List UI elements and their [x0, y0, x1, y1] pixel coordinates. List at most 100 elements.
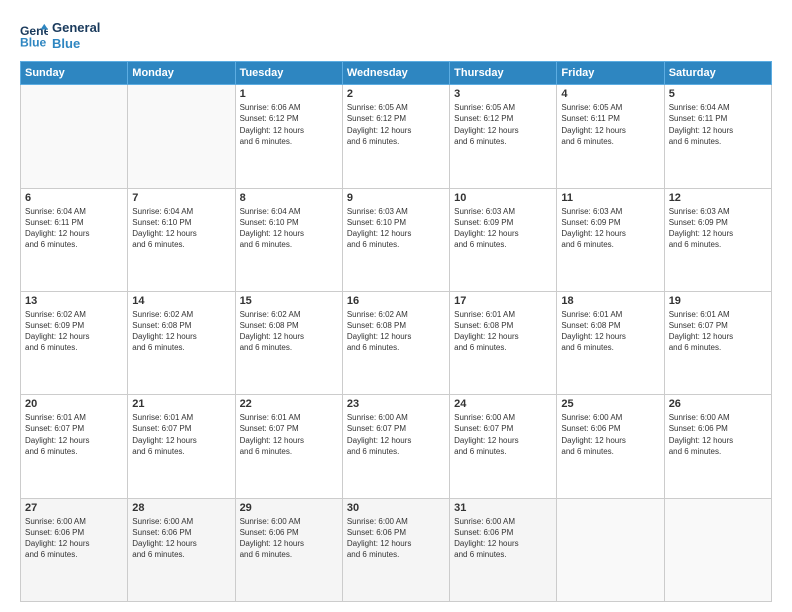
calendar-week-row: 27 Sunrise: 6:00 AM Sunset: 6:06 PM Dayli… — [21, 498, 772, 601]
logo-text-blue: Blue — [52, 36, 100, 52]
cell-content: Sunrise: 6:05 AM Sunset: 6:11 PM Dayligh… — [561, 102, 659, 147]
cell-content: Sunrise: 6:00 AM Sunset: 6:06 PM Dayligh… — [561, 412, 659, 457]
day-number: 8 — [240, 192, 338, 204]
day-header-thursday: Thursday — [450, 62, 557, 85]
cell-content: Sunrise: 6:01 AM Sunset: 6:08 PM Dayligh… — [561, 309, 659, 354]
day-number: 17 — [454, 295, 552, 307]
calendar-cell: 26 Sunrise: 6:00 AM Sunset: 6:06 PM Dayli… — [664, 395, 771, 498]
calendar-cell: 7Sunrise: 6:04 AM Sunset: 6:10 PM Daylig… — [128, 188, 235, 291]
cell-content: Sunrise: 6:00 AM Sunset: 6:06 PM Dayligh… — [25, 516, 123, 561]
day-number: 26 — [669, 398, 767, 410]
day-number: 1 — [240, 88, 338, 100]
cell-content: Sunrise: 6:00 AM Sunset: 6:06 PM Dayligh… — [669, 412, 767, 457]
day-number: 25 — [561, 398, 659, 410]
calendar-cell: 28Sunrise: 6:00 AM Sunset: 6:06 PM Dayli… — [128, 498, 235, 601]
calendar-table: SundayMondayTuesdayWednesdayThursdayFrid… — [20, 61, 772, 602]
day-number: 6 — [25, 192, 123, 204]
cell-content: Sunrise: 6:02 AM Sunset: 6:08 PM Dayligh… — [132, 309, 230, 354]
calendar-cell: 19 Sunrise: 6:01 AM Sunset: 6:07 PM Dayli… — [664, 291, 771, 394]
calendar-cell: 6 Sunrise: 6:04 AM Sunset: 6:11 PM Daylig… — [21, 188, 128, 291]
day-header-saturday: Saturday — [664, 62, 771, 85]
calendar-week-row: 20 Sunrise: 6:01 AM Sunset: 6:07 PM Dayli… — [21, 395, 772, 498]
calendar-cell: 16 Sunrise: 6:02 AM Sunset: 6:08 PM Dayli… — [342, 291, 449, 394]
day-header-monday: Monday — [128, 62, 235, 85]
calendar-cell: 12Sunrise: 6:03 AM Sunset: 6:09 PM Dayli… — [664, 188, 771, 291]
cell-content: Sunrise: 6:04 AM Sunset: 6:10 PM Dayligh… — [132, 206, 230, 251]
day-number: 20 — [25, 398, 123, 410]
cell-content: Sunrise: 6:03 AM Sunset: 6:09 PM Dayligh… — [561, 206, 659, 251]
day-number: 19 — [669, 295, 767, 307]
cell-content: Sunrise: 6:01 AM Sunset: 6:07 PM Dayligh… — [25, 412, 123, 457]
cell-content: Sunrise: 6:02 AM Sunset: 6:08 PM Dayligh… — [240, 309, 338, 354]
cell-content: Sunrise: 6:01 AM Sunset: 6:07 PM Dayligh… — [669, 309, 767, 354]
calendar-cell: 2Sunrise: 6:05 AM Sunset: 6:12 PM Daylig… — [342, 85, 449, 188]
calendar-cell: 21 Sunrise: 6:01 AM Sunset: 6:07 PM Dayli… — [128, 395, 235, 498]
calendar-week-row: 13Sunrise: 6:02 AM Sunset: 6:09 PM Dayli… — [21, 291, 772, 394]
calendar-cell — [128, 85, 235, 188]
calendar-cell: 25 Sunrise: 6:00 AM Sunset: 6:06 PM Dayli… — [557, 395, 664, 498]
calendar-cell: 3Sunrise: 6:05 AM Sunset: 6:12 PM Daylig… — [450, 85, 557, 188]
day-number: 14 — [132, 295, 230, 307]
cell-content: Sunrise: 6:02 AM Sunset: 6:08 PM Dayligh… — [347, 309, 445, 354]
logo-text-general: General — [52, 20, 100, 36]
calendar-cell: 20 Sunrise: 6:01 AM Sunset: 6:07 PM Dayli… — [21, 395, 128, 498]
day-number: 16 — [347, 295, 445, 307]
calendar-cell: 18 Sunrise: 6:01 AM Sunset: 6:08 PM Dayli… — [557, 291, 664, 394]
calendar-cell: 5Sunrise: 6:04 AM Sunset: 6:11 PM Daylig… — [664, 85, 771, 188]
cell-content: Sunrise: 6:03 AM Sunset: 6:09 PM Dayligh… — [669, 206, 767, 251]
day-number: 30 — [347, 502, 445, 514]
logo: General Blue General Blue — [20, 20, 100, 51]
cell-content: Sunrise: 6:02 AM Sunset: 6:09 PM Dayligh… — [25, 309, 123, 354]
header: General Blue General Blue — [20, 20, 772, 51]
calendar-cell: 17Sunrise: 6:01 AM Sunset: 6:08 PM Dayli… — [450, 291, 557, 394]
svg-text:Blue: Blue — [20, 35, 47, 49]
calendar-cell — [664, 498, 771, 601]
calendar-cell: 24 Sunrise: 6:00 AM Sunset: 6:07 PM Dayli… — [450, 395, 557, 498]
cell-content: Sunrise: 6:06 AM Sunset: 6:12 PM Dayligh… — [240, 102, 338, 147]
day-number: 29 — [240, 502, 338, 514]
day-number: 10 — [454, 192, 552, 204]
calendar-header-row: SundayMondayTuesdayWednesdayThursdayFrid… — [21, 62, 772, 85]
cell-content: Sunrise: 6:00 AM Sunset: 6:06 PM Dayligh… — [132, 516, 230, 561]
day-number: 22 — [240, 398, 338, 410]
calendar-page: General Blue General Blue SundayMondayTu… — [0, 0, 792, 612]
day-header-friday: Friday — [557, 62, 664, 85]
calendar-cell: 8 Sunrise: 6:04 AM Sunset: 6:10 PM Daylig… — [235, 188, 342, 291]
day-header-wednesday: Wednesday — [342, 62, 449, 85]
day-number: 18 — [561, 295, 659, 307]
cell-content: Sunrise: 6:04 AM Sunset: 6:10 PM Dayligh… — [240, 206, 338, 251]
day-number: 9 — [347, 192, 445, 204]
cell-content: Sunrise: 6:01 AM Sunset: 6:07 PM Dayligh… — [132, 412, 230, 457]
calendar-cell: 11Sunrise: 6:03 AM Sunset: 6:09 PM Dayli… — [557, 188, 664, 291]
cell-content: Sunrise: 6:05 AM Sunset: 6:12 PM Dayligh… — [454, 102, 552, 147]
cell-content: Sunrise: 6:00 AM Sunset: 6:07 PM Dayligh… — [454, 412, 552, 457]
calendar-cell: 31 Sunrise: 6:00 AM Sunset: 6:06 PM Dayli… — [450, 498, 557, 601]
cell-content: Sunrise: 6:00 AM Sunset: 6:06 PM Dayligh… — [347, 516, 445, 561]
day-number: 31 — [454, 502, 552, 514]
day-number: 4 — [561, 88, 659, 100]
cell-content: Sunrise: 6:00 AM Sunset: 6:06 PM Dayligh… — [240, 516, 338, 561]
day-number: 2 — [347, 88, 445, 100]
calendar-cell: 29 Sunrise: 6:00 AM Sunset: 6:06 PM Dayli… — [235, 498, 342, 601]
cell-content: Sunrise: 6:04 AM Sunset: 6:11 PM Dayligh… — [25, 206, 123, 251]
calendar-cell: 27 Sunrise: 6:00 AM Sunset: 6:06 PM Dayli… — [21, 498, 128, 601]
calendar-week-row: 1 Sunrise: 6:06 AM Sunset: 6:12 PM Daylig… — [21, 85, 772, 188]
calendar-cell: 9 Sunrise: 6:03 AM Sunset: 6:10 PM Daylig… — [342, 188, 449, 291]
day-number: 27 — [25, 502, 123, 514]
day-number: 21 — [132, 398, 230, 410]
calendar-cell: 13Sunrise: 6:02 AM Sunset: 6:09 PM Dayli… — [21, 291, 128, 394]
day-number: 23 — [347, 398, 445, 410]
day-number: 24 — [454, 398, 552, 410]
calendar-cell — [21, 85, 128, 188]
calendar-cell: 14 Sunrise: 6:02 AM Sunset: 6:08 PM Dayli… — [128, 291, 235, 394]
cell-content: Sunrise: 6:00 AM Sunset: 6:07 PM Dayligh… — [347, 412, 445, 457]
cell-content: Sunrise: 6:00 AM Sunset: 6:06 PM Dayligh… — [454, 516, 552, 561]
day-number: 5 — [669, 88, 767, 100]
cell-content: Sunrise: 6:03 AM Sunset: 6:09 PM Dayligh… — [454, 206, 552, 251]
cell-content: Sunrise: 6:01 AM Sunset: 6:07 PM Dayligh… — [240, 412, 338, 457]
cell-content: Sunrise: 6:03 AM Sunset: 6:10 PM Dayligh… — [347, 206, 445, 251]
calendar-cell: 30 Sunrise: 6:00 AM Sunset: 6:06 PM Dayli… — [342, 498, 449, 601]
logo-icon: General Blue — [20, 22, 48, 50]
day-number: 15 — [240, 295, 338, 307]
calendar-cell: 15 Sunrise: 6:02 AM Sunset: 6:08 PM Dayli… — [235, 291, 342, 394]
